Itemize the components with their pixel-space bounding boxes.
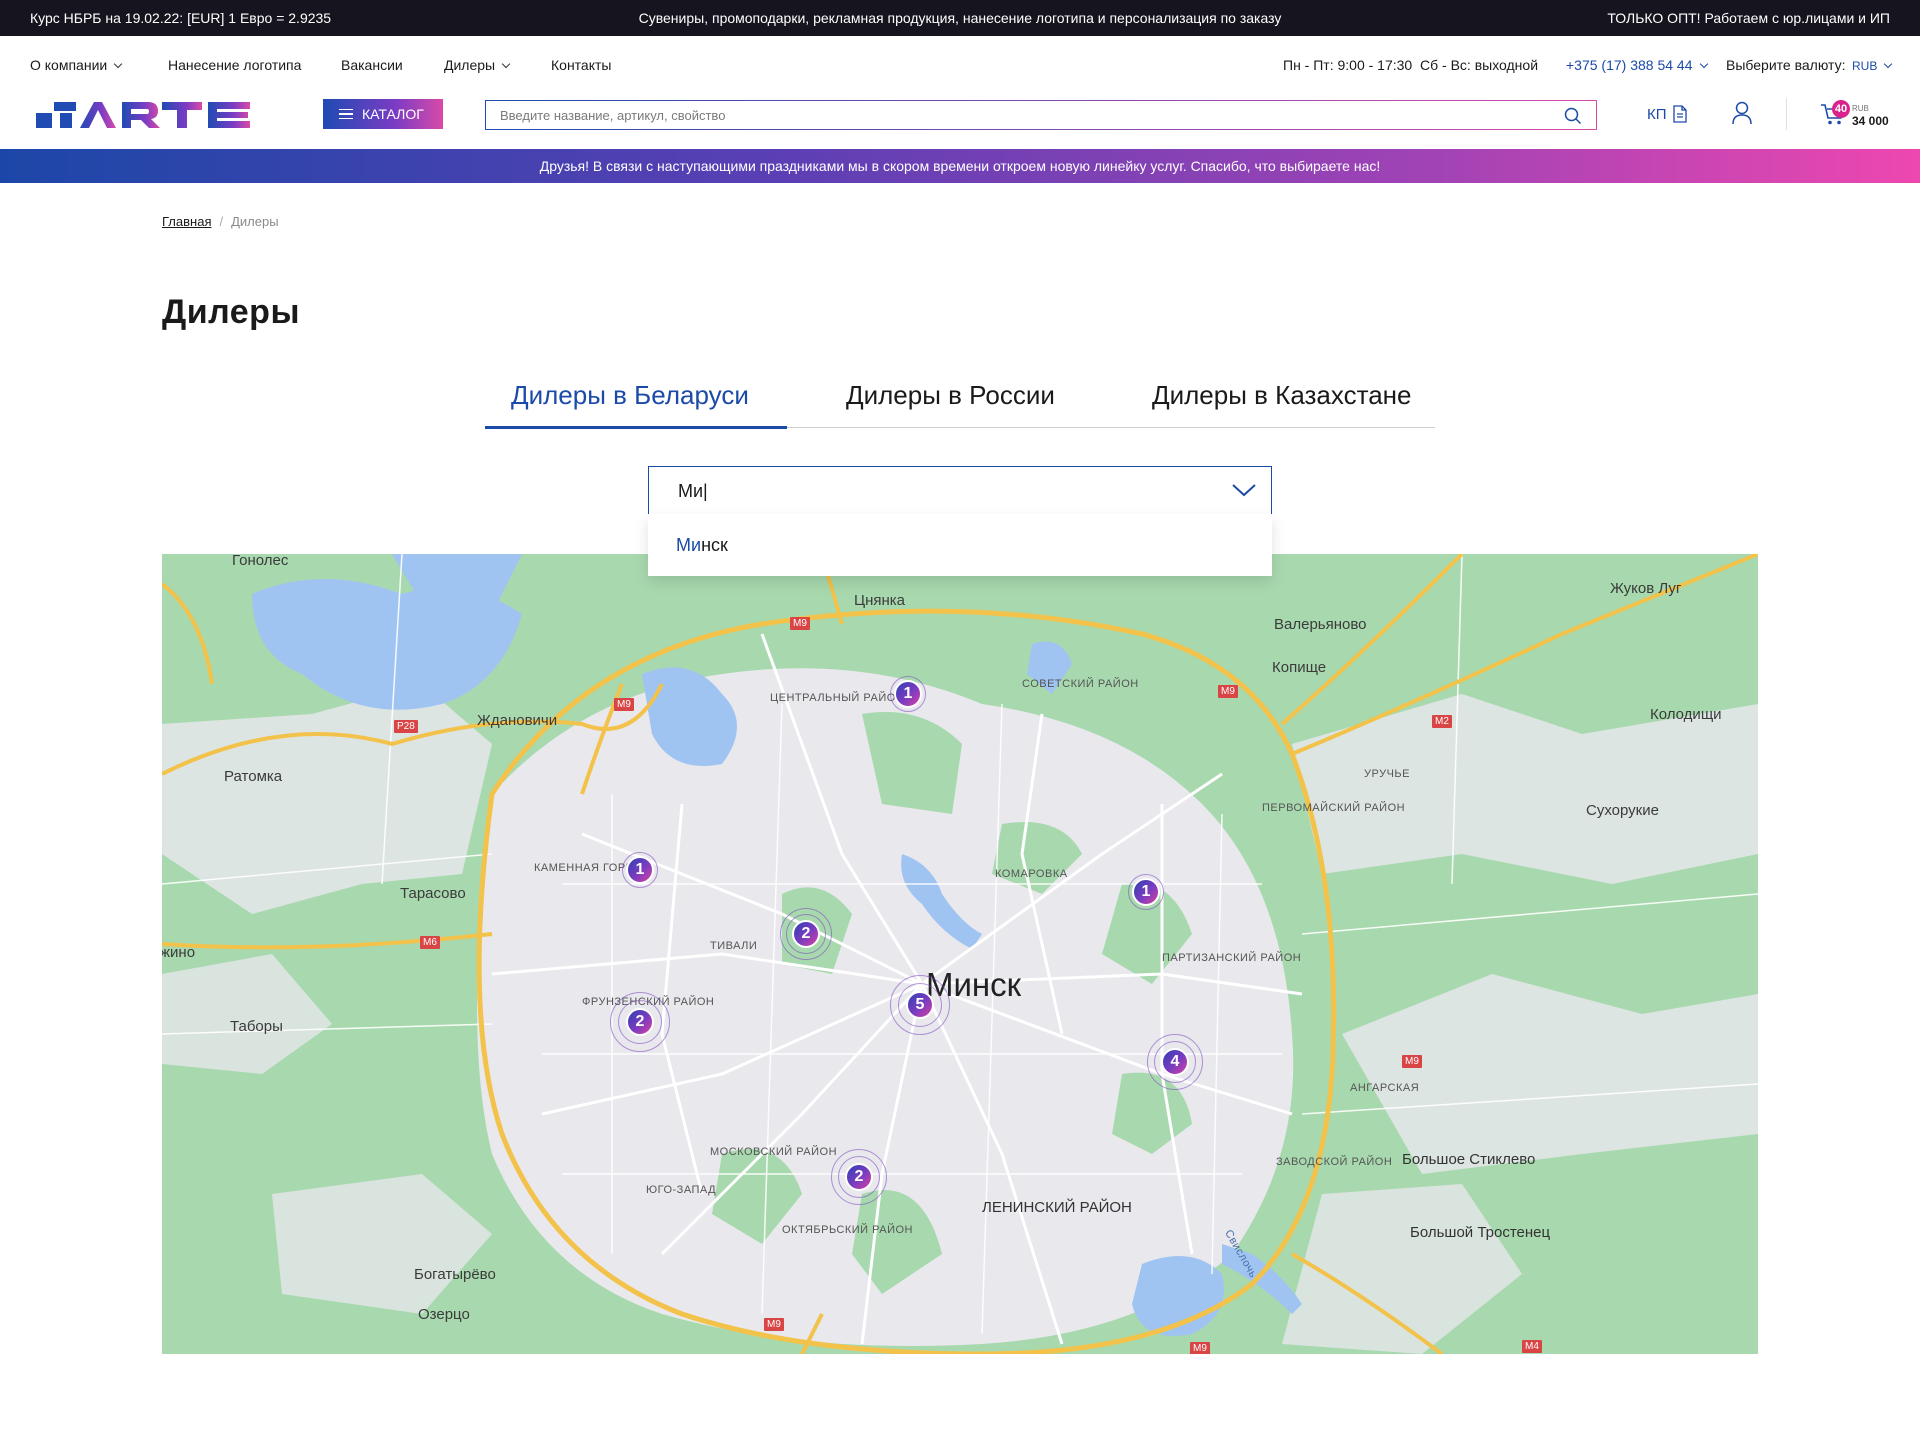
road-shield: M9 [1218, 685, 1238, 698]
dealer-cluster-marker[interactable]: 1 [607, 837, 673, 903]
district-label: ЗАВОДСКОЙ РАЙОН [1276, 1156, 1393, 1168]
header-divider [1786, 98, 1787, 130]
district-label: СОВЕТСКИЙ РАЙОН [1022, 678, 1139, 690]
chevron-down-icon [501, 59, 511, 69]
menu-icon [339, 108, 353, 120]
district-label: МОСКОВСКИЙ РАЙОН [710, 1146, 838, 1158]
main-nav: О компании Нанесение логотипа Вакансии Д… [0, 36, 1920, 94]
road-shield: M9 [1190, 1342, 1210, 1354]
tab-belarus[interactable]: Дилеры в Беларуси [511, 380, 749, 411]
map-label: Таборы [230, 1018, 283, 1035]
catalog-button[interactable]: КАТАЛОГ [323, 99, 443, 129]
currency-label: Выберите валюту: [1726, 57, 1846, 73]
nav-item-about[interactable]: О компании [30, 57, 123, 73]
district-label: ОКТЯБРЬСКИЙ РАЙОН [782, 1224, 913, 1236]
dealers-map[interactable]: Гонолес Цнянка Жуков Луг Валерьяново Коп… [162, 554, 1758, 1354]
district-label: ЦЕНТРАЛЬНЫЙ РАЙОН [770, 692, 905, 704]
dealer-cluster-marker[interactable]: 1 [875, 661, 941, 727]
dealer-tabs: Дилеры в Беларуси Дилеры в России Дилеры… [485, 370, 1435, 429]
dealer-cluster-marker[interactable]: 2 [607, 989, 673, 1055]
nav-item-dealers[interactable]: Дилеры [444, 57, 511, 73]
dealer-cluster-marker[interactable]: 1 [1113, 859, 1179, 925]
district-label: ПАРТИЗАНСКИЙ РАЙОН [1162, 952, 1302, 964]
district-label: АНГАРСКАЯ [1350, 1082, 1420, 1094]
map-label: Колодищи [1650, 706, 1722, 723]
nav-item-vacancies[interactable]: Вакансии [341, 57, 403, 73]
district-label: ТИВАЛИ [710, 940, 758, 952]
district-label: ПЕРВОМАЙСКИЙ РАЙОН [1262, 802, 1406, 814]
district-label: КАМЕННАЯ ГОРКА [534, 862, 641, 874]
map-label: Копище [1272, 659, 1327, 676]
road-shield: M6 [420, 936, 440, 949]
cart-count-badge: 40 [1832, 100, 1850, 118]
kp-link[interactable]: КП [1647, 105, 1687, 123]
road-shield: M9 [1402, 1055, 1422, 1068]
map-label: Тарасово [400, 885, 466, 902]
search-box [485, 100, 1597, 130]
district-label: УРУЧЬЕ [1364, 768, 1410, 780]
document-icon [1672, 105, 1687, 123]
road-shield: M9 [764, 1318, 784, 1331]
phone-dropdown[interactable]: +375 (17) 388 54 44 [1566, 57, 1708, 73]
city-search-input[interactable] [649, 467, 1209, 515]
map-label: Жуков Луг [1610, 580, 1682, 597]
map-label: Большое Стиклево [1402, 1151, 1536, 1168]
user-icon[interactable] [1731, 101, 1753, 125]
dealer-cluster-marker[interactable]: 2 [826, 1144, 892, 1210]
hours-weekday: Пн - Пт: 9:00 - 17:30 [1283, 57, 1413, 73]
city-dropdown: Минск [648, 514, 1272, 576]
map-label: Ждановичи [477, 712, 558, 729]
map-label: Богатырёво [414, 1266, 496, 1283]
breadcrumb: Главная / Дилеры [162, 214, 279, 229]
nav-item-logo[interactable]: Нанесение логотипа [168, 57, 301, 73]
announcement-banner: Друзья! В связи с наступающими праздника… [0, 149, 1920, 183]
page-title: Дилеры [162, 293, 300, 331]
dealer-cluster-marker[interactable]: 2 [773, 901, 839, 967]
chevron-down-icon [1884, 59, 1893, 69]
search-icon[interactable] [1564, 107, 1582, 125]
breadcrumb-current: Дилеры [231, 214, 279, 229]
road-shield: M9 [614, 698, 634, 711]
cart-sum: 34 000 [1852, 114, 1889, 128]
district-label: КОМАРОВКА [995, 868, 1068, 880]
road-shield: M2 [1432, 715, 1452, 728]
hours-weekend: Сб - Вс: выходной [1420, 57, 1539, 73]
breadcrumb-separator: / [219, 214, 224, 229]
map-label: Сухорукие [1586, 802, 1659, 819]
map-label: Ратомка [224, 768, 283, 785]
map-label: Валерьяново [1274, 616, 1367, 633]
dealer-cluster-marker[interactable]: 5 [887, 972, 953, 1038]
map-label: Большой Тростенец [1410, 1224, 1551, 1241]
wholesale-notice: ТОЛЬКО ОПТ! Работаем с юр.лицами и ИП [1607, 10, 1890, 26]
cart-currency: RUB [1852, 104, 1869, 113]
road-shield: M4 [1522, 1340, 1542, 1353]
city-option[interactable]: Минск [676, 535, 728, 556]
map-label: Гонолес [232, 554, 289, 569]
road-shield: P28 [394, 720, 418, 733]
tab-kazakhstan[interactable]: Дилеры в Казахстане [1152, 380, 1411, 411]
tagline: Сувениры, промоподарки, рекламная продук… [638, 10, 1282, 26]
city-select[interactable] [648, 466, 1272, 516]
header: КАТАЛОГ КП 40 RUB 34 000 [0, 94, 1920, 149]
district-label: ЛЕНИНСКИЙ РАЙОН [982, 1199, 1132, 1216]
chevron-down-icon [113, 59, 123, 69]
nav-item-contacts[interactable]: Контакты [551, 57, 611, 73]
district-label: ЮГО-ЗАПАД [646, 1184, 717, 1196]
tab-russia[interactable]: Дилеры в России [846, 380, 1055, 411]
exchange-rate: Курс НБРБ на 19.02.22: [EUR] 1 Евро = 2.… [30, 10, 332, 26]
currency-select[interactable]: RUB [1852, 59, 1893, 73]
map-label: Озерцо [418, 1306, 470, 1323]
breadcrumb-home[interactable]: Главная [162, 214, 211, 229]
search-input[interactable] [486, 101, 1596, 129]
map-label: жино [162, 944, 196, 961]
active-tab-indicator [485, 426, 787, 429]
road-shield: M9 [790, 617, 810, 630]
chevron-down-icon [1699, 59, 1708, 69]
map-label: Цнянка [854, 592, 906, 609]
chevron-down-icon[interactable] [1229, 475, 1259, 505]
arte-logo[interactable] [36, 100, 252, 130]
dealer-cluster-marker[interactable]: 4 [1142, 1029, 1208, 1095]
top-bar: Курс НБРБ на 19.02.22: [EUR] 1 Евро = 2.… [0, 0, 1920, 36]
